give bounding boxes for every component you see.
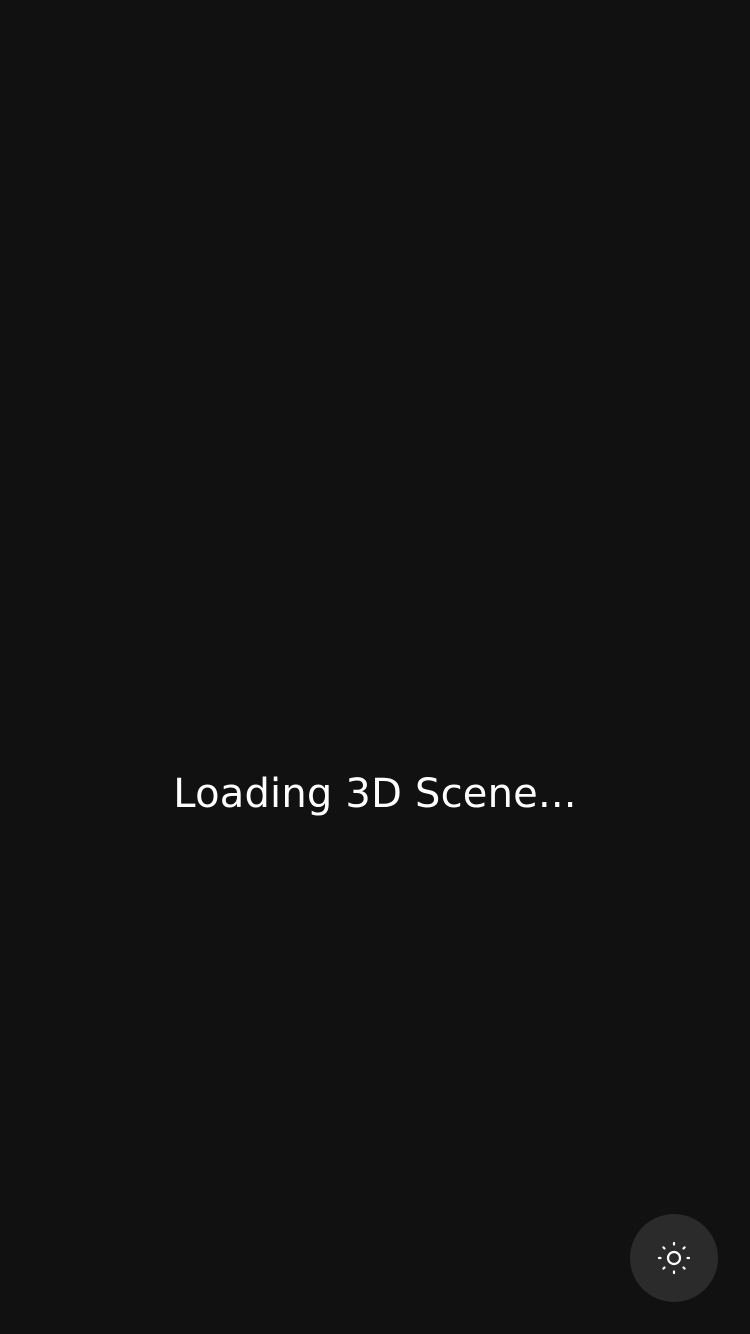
scene-viewport: Loading 3D Scene...	[0, 0, 750, 1334]
loading-message: Loading 3D Scene...	[173, 771, 577, 817]
theme-toggle-button[interactable]	[630, 1214, 718, 1302]
sun-icon	[656, 1240, 692, 1276]
